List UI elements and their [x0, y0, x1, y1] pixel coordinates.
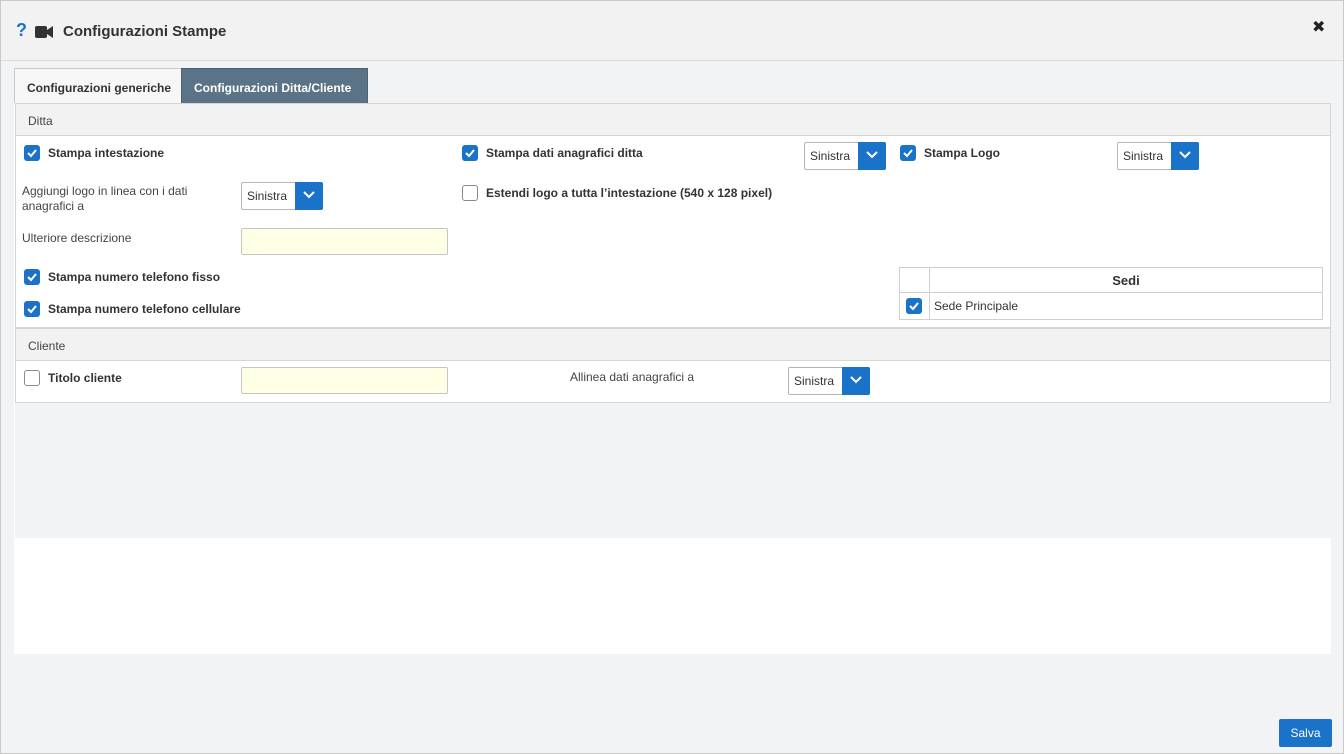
dialog-title: Configurazioni Stampe: [63, 23, 227, 40]
logo-align-select[interactable]: Sinistra: [1117, 142, 1199, 170]
logo-in-linea-value: Sinistra: [247, 189, 288, 203]
table-row[interactable]: Sede Principale: [900, 293, 1322, 319]
logo-in-linea-select[interactable]: Sinistra: [241, 182, 323, 210]
telefono-fisso-checkbox[interactable]: [24, 269, 40, 285]
select-all-column: [900, 268, 930, 293]
allinea-select[interactable]: Sinistra: [788, 367, 870, 395]
logo-align-value: Sinistra: [1123, 149, 1164, 163]
sedi-column-title: Sedi: [1112, 273, 1140, 288]
stampa-dati-anagrafici-label: Stampa dati anagrafici ditta: [486, 146, 643, 160]
titolo-cliente-input[interactable]: [241, 367, 448, 394]
help-icon[interactable]: ?: [16, 20, 27, 40]
close-icon[interactable]: ✖: [1312, 19, 1325, 37]
telefono-cellulare-label: Stampa numero telefono cellulare: [48, 302, 241, 316]
empty-area: [15, 403, 1331, 538]
dati-anagrafici-align-value: Sinistra: [810, 149, 851, 163]
chevron-down-icon[interactable]: [1171, 142, 1199, 170]
titolo-cliente-label: Titolo cliente: [48, 371, 122, 385]
tab-content: Ditta Stampa intestazione Stampa dati an…: [14, 103, 1331, 654]
stampa-logo-label: Stampa Logo: [924, 146, 1001, 160]
logo-in-linea-label: Aggiungi logo in linea con i dati anagra…: [22, 184, 188, 213]
titolo-cliente-checkbox[interactable]: [24, 370, 40, 386]
sedi-grid-header: Sedi: [900, 268, 1322, 293]
chevron-down-icon[interactable]: [858, 142, 886, 170]
dati-anagrafici-align-select[interactable]: Sinistra: [804, 142, 886, 170]
ulteriore-descrizione-label: Ulteriore descrizione: [22, 231, 132, 245]
section-cliente: Titolo cliente Allinea dati anagrafici a…: [15, 361, 1331, 403]
estendi-logo-label: Estendi logo a tutta l’intestazione (540…: [486, 186, 773, 200]
stampa-intestazione-checkbox[interactable]: [24, 145, 40, 161]
allinea-label: Allinea dati anagrafici a: [570, 370, 695, 384]
allinea-value: Sinistra: [794, 374, 835, 388]
save-button[interactable]: Salva: [1279, 719, 1332, 747]
section-header-ditta: Ditta: [15, 103, 1331, 136]
video-camera-icon: [35, 26, 53, 38]
title-bar: ? Configurazioni Stampe ✖: [1, 1, 1343, 61]
stampa-logo-checkbox[interactable]: [900, 145, 916, 161]
telefono-fisso-label: Stampa numero telefono fisso: [48, 270, 221, 284]
row-select-cell: [900, 293, 930, 319]
estendi-logo-checkbox[interactable]: [462, 185, 478, 201]
stampa-intestazione-label: Stampa intestazione: [48, 146, 165, 160]
telefono-cellulare-checkbox[interactable]: [24, 301, 40, 317]
stampa-dati-anagrafici-checkbox[interactable]: [462, 145, 478, 161]
sedi-grid: Sedi Sede Principale: [899, 267, 1323, 320]
chevron-down-icon[interactable]: [295, 182, 323, 210]
dialog: ? Configurazioni Stampe ✖ Configurazioni…: [0, 0, 1344, 754]
tab-configurazioni-generiche[interactable]: Configurazioni generiche: [14, 68, 182, 103]
section-header-cliente: Cliente: [15, 328, 1331, 361]
section-ditta: Stampa intestazione Stampa dati anagrafi…: [15, 136, 1331, 328]
sede-principale-checkbox[interactable]: [906, 298, 922, 314]
sede-name: Sede Principale: [934, 299, 1019, 313]
chevron-down-icon[interactable]: [842, 367, 870, 395]
tab-configurazioni-ditta-cliente[interactable]: Configurazioni Ditta/Cliente: [181, 68, 368, 103]
ulteriore-descrizione-input[interactable]: [241, 228, 448, 255]
